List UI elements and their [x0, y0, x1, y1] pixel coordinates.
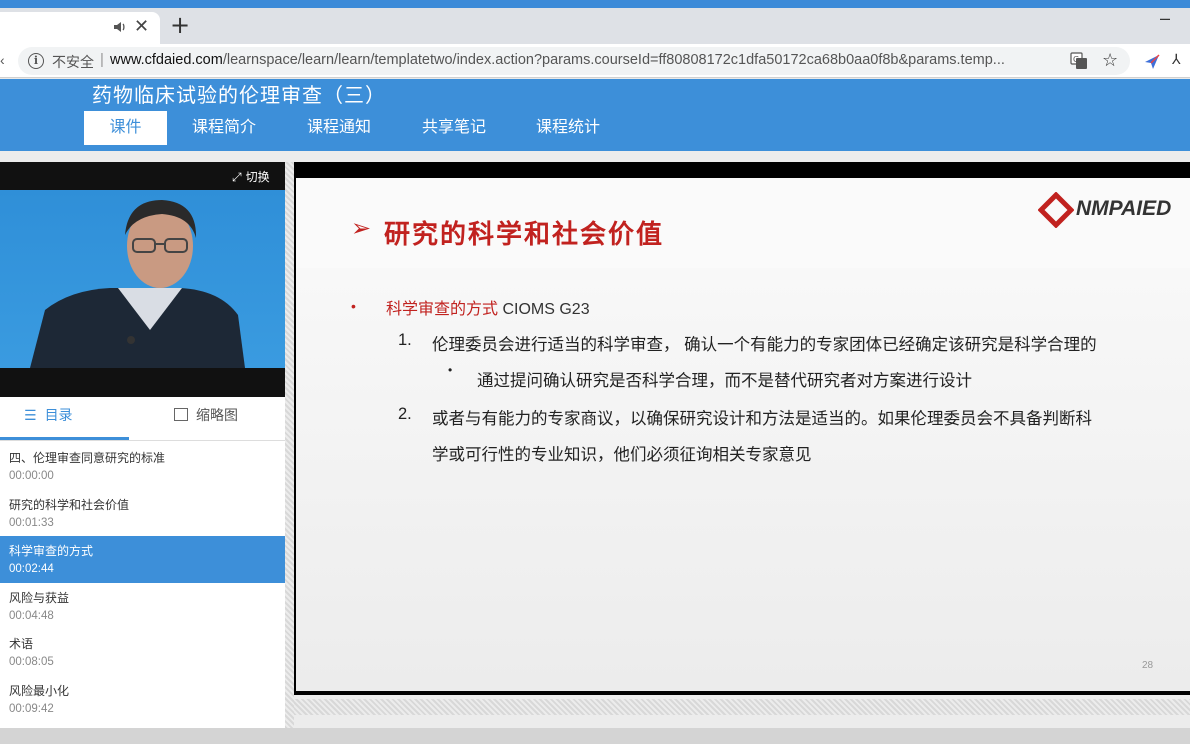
omnibox[interactable]: i 不安全 | www.cfdaied.com/learnspace/learn… — [18, 47, 1130, 75]
sidebar-tabs: ☰ 目录 缩略图 — [0, 397, 285, 441]
sub-bullet: • — [448, 363, 453, 377]
image-icon — [174, 408, 188, 421]
profile-extension-icon[interactable]: ⅄ — [1172, 51, 1190, 71]
url-host: www.cfdaied.com — [110, 52, 223, 68]
toc-item-active[interactable]: 科学审查的方式 00:02:44 — [0, 536, 285, 583]
course-title: 药物临床试验的伦理审查（三） — [92, 85, 386, 107]
toc-item-time: 00:09:42 — [9, 702, 54, 715]
tab-thumbnails-label: 缩略图 — [196, 407, 238, 423]
url-path: /learnspace/learn/learn/templatetwo/inde… — [222, 52, 1005, 68]
browser-tab-bar: ✕ + – — [0, 8, 1190, 44]
info-icon[interactable]: i — [28, 53, 44, 69]
back-edge-icon[interactable]: ‹ — [0, 52, 5, 68]
tab-thumbnails[interactable]: 缩略图 — [174, 397, 238, 441]
toc-item-title: 研究的科学和社会价值 — [9, 497, 130, 512]
toc-item-time: 00:04:48 — [9, 609, 54, 622]
toc-item-title: 风险最小化 — [9, 683, 70, 698]
slide-title-arrow: ➢ — [351, 214, 372, 242]
toc-item[interactable]: 四、伦理审查同意研究的标准 00:00:00 — [0, 443, 285, 490]
address-bar: ‹ i 不安全 | www.cfdaied.com/learnspace/lea… — [0, 44, 1190, 78]
toc-item-title: 四、伦理审查同意研究的标准 — [9, 451, 166, 465]
extension-icon[interactable] — [1143, 53, 1161, 71]
item-text: 或者与有能力的专家商议，以确保研究设计和方法是适当的。如果伦理委员会不具备判断科 — [432, 410, 1092, 428]
item-text: 伦理委员会进行适当的科学审查， 确认一个有能力的专家团体已经确定该研究是科学合理… — [432, 336, 1097, 354]
nmpaied-logo: NMPAIED — [1038, 192, 1190, 228]
slide-page-number: 28 — [1142, 660, 1154, 671]
toc-item-title: 术语 — [9, 637, 34, 651]
list-icon: ☰ — [24, 408, 37, 424]
window-top-strip — [0, 0, 1190, 8]
svg-text:G: G — [1073, 55, 1079, 64]
video-frame — [0, 190, 285, 368]
toc-item-title: 风险与获益 — [9, 590, 70, 605]
nav-tab-intro[interactable]: 课程简介 — [182, 111, 266, 145]
main-content: ⤢ 切换 ☰ 目录 缩略图 四、伦理审查同意研究的标准 00:00:00 研究的科学… — [0, 151, 1190, 744]
speaker-icon[interactable] — [112, 19, 128, 35]
toc-item-time: 00:00:00 — [9, 470, 54, 482]
heading-bullet: • — [351, 298, 356, 314]
slide-viewer[interactable]: ➢ 研究的科学和社会价值 NMPAIED • 科学审查的方式 CIOMS G23… — [294, 162, 1190, 695]
sidebar: ⤢ 切换 ☰ 目录 缩略图 四、伦理审查同意研究的标准 00:00:00 研究的科学… — [0, 162, 285, 728]
toc-item-time: 00:01:33 — [9, 516, 54, 529]
item-text-continued: 学或可行性的专业知识，他们必须征询相关专家意见 — [432, 446, 812, 464]
heading-cn: 科学审查的方式 — [386, 301, 499, 318]
slide-page: ➢ 研究的科学和社会价值 NMPAIED • 科学审查的方式 CIOMS G23… — [296, 178, 1190, 691]
toc-item-time: 00:02:44 — [9, 563, 54, 575]
toc-item[interactable]: 研究的科学和社会价值 00:01:33 — [0, 490, 285, 537]
url-text[interactable]: www.cfdaied.com/learnspace/learn/learn/t… — [110, 52, 1060, 68]
toc-item[interactable]: 术语 00:08:05 — [0, 629, 285, 676]
switch-label: 切换 — [245, 170, 270, 184]
logo-text: NMPAIED — [1076, 197, 1172, 220]
nav-tab-notes[interactable]: 共享笔记 — [412, 111, 496, 145]
toc-item[interactable]: 风险与获益 00:04:48 — [0, 583, 285, 630]
browser-tab[interactable]: ✕ — [0, 12, 160, 44]
translate-icon[interactable]: G — [1070, 52, 1088, 70]
active-tab-underline — [0, 437, 129, 440]
nav-tab-courseware[interactable]: 课件 — [84, 111, 167, 145]
toc-item-title: 科学审查的方式 — [9, 544, 94, 558]
lecturer-figure — [30, 200, 245, 368]
item-number: 2. — [398, 405, 412, 423]
panel-resize-handle[interactable] — [285, 162, 294, 728]
toc-item-time: 00:08:05 — [9, 656, 54, 668]
tab-toc[interactable]: ☰ 目录 — [24, 397, 73, 441]
bookmark-star-icon[interactable]: ☆ — [1102, 49, 1118, 71]
heading-en: CIOMS G23 — [498, 301, 590, 318]
bottom-bar — [0, 728, 1190, 744]
item-number: 1. — [398, 331, 412, 349]
address-separator: | — [100, 51, 104, 68]
nav-tab-notice[interactable]: 课程通知 — [297, 111, 381, 145]
slide-heading: 科学审查的方式 CIOMS G23 — [386, 295, 590, 319]
lecturer-video[interactable]: ⤢ 切换 — [0, 162, 285, 397]
expand-arrows-icon: ⤢ — [232, 170, 242, 184]
site-header: 药物临床试验的伦理审查（三） 课件 课程简介 课程通知 共享笔记 课程统计 — [0, 79, 1190, 151]
switch-view-button[interactable]: ⤢ 切换 — [232, 168, 270, 185]
nav-tab-stats[interactable]: 课程统计 — [526, 111, 610, 145]
slide-bottom-strip — [294, 699, 1190, 715]
toc-list: 四、伦理审查同意研究的标准 00:00:00 研究的科学和社会价值 00:01:… — [0, 443, 285, 728]
close-tab-icon[interactable]: ✕ — [134, 15, 149, 37]
slide-title: 研究的科学和社会价值 — [384, 220, 665, 250]
new-tab-button[interactable]: + — [170, 12, 190, 38]
logo-diamond-icon — [1038, 192, 1074, 228]
security-label[interactable]: 不安全 — [52, 52, 94, 72]
tab-toc-label: 目录 — [44, 407, 73, 423]
toc-item[interactable]: 风险最小化 00:09:42 — [0, 676, 285, 723]
minimize-button[interactable]: – — [1160, 8, 1170, 29]
sub-item-text: 通过提问确认研究是否科学合理，而不是替代研究者对方案进行设计 — [477, 372, 972, 390]
